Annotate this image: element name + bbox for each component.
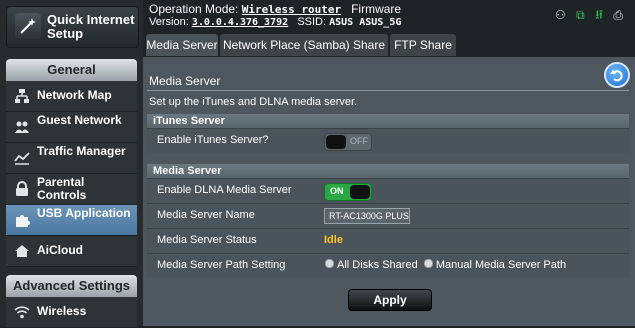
wifi-icon xyxy=(14,306,30,319)
operation-mode-line: Operation Mode: Wireless router Firmware xyxy=(149,2,401,16)
media-server-panel: Media Server Set up the iTunes and DLNA … xyxy=(143,57,635,326)
sidebar-item-label: Network Map xyxy=(37,88,112,102)
users-icon[interactable]: ⚇ xyxy=(555,8,566,22)
itunes-server-header: iTunes Server xyxy=(147,114,629,128)
sidebar-item-label: Traffic Manager xyxy=(37,144,126,158)
toggle-knob xyxy=(326,135,346,149)
itunes-server-group: iTunes Server Enable iTunes Server? OFF xyxy=(147,114,629,153)
divider xyxy=(147,90,629,91)
sidebar-item-traffic-manager[interactable]: Traffic Manager xyxy=(6,143,137,174)
apply-button[interactable]: Apply xyxy=(348,289,432,311)
media-server-status-value: Idle xyxy=(324,234,343,246)
dlna-enable-row: Enable DLNA Media Server ON xyxy=(147,178,629,203)
sidebar-item-label: USB Application xyxy=(37,206,131,220)
firmware-version-link[interactable]: 3.0.0.4.376_3792 xyxy=(192,17,288,28)
itunes-server-toggle[interactable]: OFF xyxy=(324,133,372,151)
puzzle-icon xyxy=(16,215,30,227)
sidebar-item-label: Parental Controls xyxy=(37,175,87,202)
media-server-status-label: Media Server Status xyxy=(157,234,257,246)
sidebar-item-label: Guest Network xyxy=(37,113,122,127)
general-menu: Network Map Guest Network Traffic Manage… xyxy=(6,81,137,267)
tab-network-place-samba-share[interactable]: Network Place (Samba) Share / xyxy=(220,34,388,74)
radio-manual-path[interactable] xyxy=(423,259,433,268)
sidebar-item-wireless[interactable]: Wireless xyxy=(6,297,137,328)
advanced-settings-header: Advanced Settings xyxy=(6,275,137,297)
sidebar-item-label: AiCloud xyxy=(37,243,83,257)
toggle-knob xyxy=(350,185,370,199)
radio-label-all-disks: All Disks Shared xyxy=(337,259,418,271)
itunes-enable-label: Enable iTunes Server? xyxy=(157,134,269,146)
media-server-path-row: Media Server Path Setting All Disks Shar… xyxy=(147,253,629,278)
sidebar-item-aicloud[interactable]: AiCloud xyxy=(6,236,137,267)
radio-all-disks-shared[interactable] xyxy=(325,259,334,268)
copy-icon[interactable]: ⧉ xyxy=(576,8,585,22)
toggle-state-text: ON xyxy=(330,186,344,196)
quick-internet-setup-label: Quick Internet Setup xyxy=(47,12,135,41)
media-server-name-input[interactable]: RT-AC1300G PLUS xyxy=(324,208,410,224)
path-radio-group: All Disks Shared Manual Media Server Pat… xyxy=(325,259,566,271)
usb-icon[interactable]: ⭿ xyxy=(595,8,603,22)
cloud-home-icon xyxy=(15,245,29,257)
page-description: Set up the iTunes and DLNA media server. xyxy=(149,96,358,108)
general-section-header: General xyxy=(6,59,137,81)
media-server-header: Media Server xyxy=(147,164,629,178)
magic-wand-icon xyxy=(15,13,41,39)
printer-icon[interactable]: ⎙ xyxy=(613,8,623,22)
tab-ftp-share[interactable]: FTP Share xyxy=(390,34,456,56)
media-server-name-label: Media Server Name xyxy=(157,209,255,221)
sidebar-item-network-map[interactable]: Network Map xyxy=(6,81,137,112)
back-arrow-icon xyxy=(610,70,623,82)
operation-mode-label: Operation Mode: xyxy=(149,2,239,16)
media-server-name-row: Media Server Name RT-AC1300G PLUS xyxy=(147,203,629,228)
status-icons: ⚇ ⧉ ⭿ ⎙ xyxy=(549,6,623,22)
operation-mode-link[interactable]: Wireless router xyxy=(242,3,341,16)
radio-label-manual-path: Manual Media Server Path xyxy=(435,259,567,271)
version-label: Version: xyxy=(149,16,189,28)
network-map-icon xyxy=(15,89,29,103)
guest-network-icon xyxy=(15,121,29,133)
lock-icon xyxy=(16,181,28,196)
sidebar: Quick Internet Setup General Network Map… xyxy=(0,0,143,328)
top-status-bar: Operation Mode: Wireless router Firmware… xyxy=(143,0,635,33)
itunes-enable-row: Enable iTunes Server? OFF xyxy=(147,128,629,153)
sidebar-item-label: Wireless xyxy=(37,304,87,318)
version-line: Version: 3.0.0.4.376_3792 SSID: ASUS ASU… xyxy=(149,16,401,28)
sidebar-item-parental-controls[interactable]: Parental Controls xyxy=(6,174,137,205)
sidebar-item-guest-network[interactable]: Guest Network xyxy=(6,112,137,143)
tab-media-server[interactable]: Media Server xyxy=(146,34,218,56)
dlna-server-toggle[interactable]: ON xyxy=(324,183,372,201)
sidebar-item-usb-application[interactable]: USB Application xyxy=(6,205,137,236)
advanced-menu: Wireless xyxy=(6,297,137,328)
back-button[interactable] xyxy=(604,62,630,88)
traffic-manager-icon xyxy=(14,152,30,165)
firmware-label: Firmware xyxy=(351,2,402,16)
dlna-enable-label: Enable DLNA Media Server xyxy=(157,184,292,196)
page-title: Media Server xyxy=(149,74,221,88)
media-server-path-label: Media Server Path Setting xyxy=(157,259,286,271)
ssid-label: SSID: xyxy=(297,16,327,28)
quick-internet-setup-button[interactable]: Quick Internet Setup xyxy=(6,6,139,48)
media-server-status-row: Media Server Status Idle xyxy=(147,228,629,253)
ssid-value: ASUS ASUS_5G xyxy=(329,17,402,28)
toggle-state-text: OFF xyxy=(350,136,368,146)
media-server-group: Media Server Enable DLNA Media Server ON… xyxy=(147,164,629,278)
